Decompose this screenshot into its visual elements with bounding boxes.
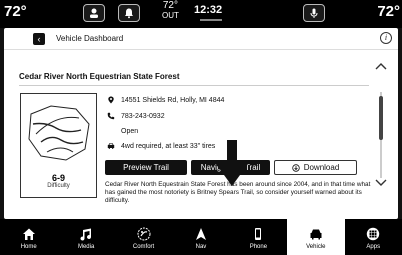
nav-apps[interactable]: Apps (345, 219, 402, 255)
scrollbar-thumb[interactable] (379, 96, 383, 140)
bell-icon (125, 8, 133, 19)
trail-name: Cedar River North Equestrian State Fores… (19, 72, 180, 81)
download-button[interactable]: Download (274, 160, 357, 175)
download-label: Download (303, 163, 340, 172)
difficulty-label: Difficulty (47, 183, 70, 189)
trail-address[interactable]: 14551 Shields Rd, Holly, MI 4844 (121, 97, 224, 104)
microphone-button[interactable] (303, 4, 325, 22)
outside-temp-label: OUT (162, 11, 179, 20)
back-button[interactable]: ‹ (33, 33, 45, 45)
user-profile-button[interactable] (83, 4, 105, 22)
location-pin-icon (108, 96, 114, 104)
nav-nav[interactable]: Nav (172, 219, 229, 255)
trail-description: Cedar River North Equestrain State Fores… (105, 181, 371, 204)
nav-arrow-icon (195, 228, 206, 240)
vehicle-icon (107, 143, 115, 149)
microphone-icon (310, 8, 318, 18)
trail-phone[interactable]: 783-243-0932 (121, 113, 165, 120)
requirement-row: 4wd required, at least 33" tires (105, 142, 215, 150)
music-icon (80, 228, 92, 241)
nav-label: Apps (366, 244, 381, 250)
phone-row: 783-243-0932 (105, 112, 165, 120)
trail-status: Open (121, 128, 139, 135)
home-icon (22, 228, 35, 240)
phone-icon (255, 228, 262, 240)
outside-temp: 72° OUT (162, 1, 179, 21)
vehicle-icon (310, 229, 322, 240)
address-row: 14551 Shields Rd, Holly, MI 4844 (105, 96, 224, 104)
notifications-button[interactable] (118, 4, 140, 22)
clock-underline (200, 19, 222, 21)
bottom-nav: Home Media Comfort Nav Phone Vehicle App… (0, 219, 402, 255)
scrollbar[interactable] (379, 92, 383, 178)
nav-label: Comfort (132, 244, 155, 250)
nav-media[interactable]: Media (57, 219, 114, 255)
nav-comfort[interactable]: Comfort (115, 219, 172, 255)
driver-temp[interactable]: 72° (4, 3, 27, 20)
info-icon[interactable]: i (380, 32, 392, 44)
person-icon (90, 8, 98, 18)
chevron-up-icon[interactable] (375, 62, 387, 70)
status-bar: 72° 72° OUT 12:32 72° (0, 0, 402, 28)
clock: 12:32 (194, 4, 223, 16)
passenger-temp[interactable]: 72° (377, 3, 400, 20)
chevron-left-icon: ‹ (37, 34, 41, 44)
nav-label: Phone (249, 244, 268, 250)
vehicle-dashboard-panel: ‹ Vehicle Dashboard i Cedar River North … (4, 28, 398, 219)
apps-grid-icon (367, 227, 380, 241)
difficulty-box: 6-9 Difficulty (20, 170, 97, 198)
nav-label: Vehicle (306, 244, 326, 250)
outside-temp-value: 72° (162, 0, 178, 11)
phone-icon (107, 112, 115, 120)
download-icon (292, 163, 300, 172)
comfort-icon (137, 227, 151, 241)
status-row: Open (105, 128, 138, 135)
section-divider (19, 85, 369, 86)
nav-vehicle[interactable]: Vehicle (287, 219, 345, 255)
nav-phone[interactable]: Phone (230, 219, 287, 255)
trail-map-icon (28, 105, 90, 161)
nav-label: Home (20, 244, 37, 250)
preview-trail-button[interactable]: Preview Trail (105, 160, 187, 175)
difficulty-value: 6-9 (51, 173, 65, 183)
page-title: Vehicle Dashboard (56, 34, 124, 43)
chevron-down-icon[interactable] (375, 179, 387, 187)
nav-label: Nav (195, 244, 207, 250)
nav-label: Media (77, 244, 95, 250)
nav-home[interactable]: Home (0, 219, 57, 255)
trail-requirement: 4wd required, at least 33" tires (121, 142, 216, 150)
trail-map-thumbnail[interactable] (20, 93, 97, 179)
title-bar: ‹ Vehicle Dashboard i (4, 28, 398, 50)
